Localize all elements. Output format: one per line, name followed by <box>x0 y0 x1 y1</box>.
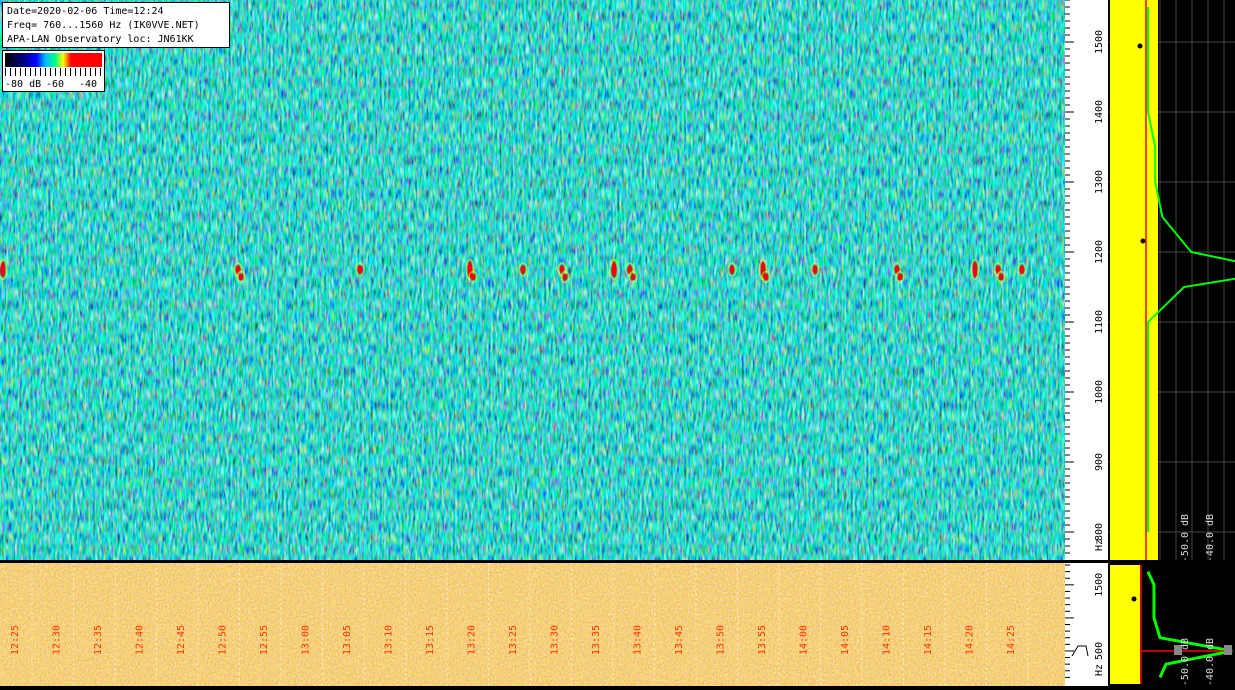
lower-scale-block <box>1224 645 1232 655</box>
info-frequency: Freq= 760...1560 Hz (IK0VVE.NET) <box>7 20 200 31</box>
lower-time-tick-label: 14:20 <box>965 625 976 655</box>
upper-noise-envelope <box>1110 0 1158 560</box>
lower-time-tick-label: 12:40 <box>135 625 146 655</box>
lower-time-tick-label: 12:50 <box>218 625 229 655</box>
signal-mark <box>972 261 978 278</box>
signal-mark <box>763 273 769 281</box>
upper-spectrogram-noise <box>0 0 1065 560</box>
lower-time-tick-label: 13:15 <box>425 625 436 655</box>
lower-time-tick-label: 13:00 <box>301 625 312 655</box>
color-scale-bar <box>5 53 102 67</box>
upper-db-tick-label: -50.0 dB <box>1180 514 1191 562</box>
signal-mark <box>562 273 568 281</box>
lower-time-tick-label: 14:15 <box>923 625 934 655</box>
spectrogram-chart: 800 900 1000 1100 1200 1300 1400 1500 Hz -50.0 d… <box>0 0 1235 686</box>
lower-time-tick-label: 12:35 <box>93 625 104 655</box>
lower-time-tick-label: 14:10 <box>882 625 893 655</box>
signal-mark <box>729 265 735 274</box>
upper-freq-tick-label: 1100 <box>1094 310 1105 334</box>
lower-spectrogram-noise <box>0 563 1065 686</box>
lower-time-tick-label: 12:45 <box>176 625 187 655</box>
upper-freq-tick-label: 900 <box>1094 453 1105 471</box>
lower-time-tick-label: 12:25 <box>10 625 21 655</box>
lower-noise-envelope <box>1110 565 1140 684</box>
signal-mark <box>611 261 617 278</box>
lower-freq-tick-label: 1500 <box>1094 573 1105 597</box>
color-scale-label-max: -40 <box>79 79 98 90</box>
lower-db-tick-label: -40.0 dB <box>1205 638 1216 686</box>
lower-time-tick-label: 13:20 <box>467 625 478 655</box>
upper-freq-axis <box>1065 0 1108 560</box>
info-box: Date=2020-02-06 Time=12:24 Freq= 760...1… <box>2 2 230 48</box>
lower-time-tick-label: 13:05 <box>342 625 353 655</box>
lower-db-tick-label: -50.0 dB <box>1180 638 1191 686</box>
signal-mark <box>897 273 903 281</box>
signal-mark <box>630 273 636 281</box>
lower-time-tick-label: 13:10 <box>384 625 395 655</box>
color-scale-label-mid: -60 <box>46 79 65 90</box>
upper-freq-tick-label: 1200 <box>1094 240 1105 264</box>
lower-time-tick-label: 13:35 <box>591 625 602 655</box>
lower-marker-dot <box>1131 596 1137 602</box>
lower-time-tick-label: 13:45 <box>674 625 685 655</box>
upper-freq-tick-label: 1400 <box>1094 100 1105 124</box>
lower-time-tick-label: 13:50 <box>716 625 727 655</box>
spectrogram-screen: 800 900 1000 1100 1200 1300 1400 1500 Hz -50.0 d… <box>0 0 1235 686</box>
lower-time-tick-label: 13:55 <box>757 625 768 655</box>
lower-time-tick-label: 13:30 <box>550 625 561 655</box>
lower-time-tick-label: 12:55 <box>259 625 270 655</box>
upper-marker-dot <box>1137 43 1143 49</box>
signal-mark <box>812 265 818 274</box>
signal-mark <box>357 265 363 274</box>
panel-divider <box>0 560 1235 563</box>
lower-freq-unit: Hz <box>1094 664 1105 676</box>
lower-time-tick-label: 13:40 <box>633 625 644 655</box>
signal-mark <box>998 273 1004 281</box>
upper-freq-unit: Hz <box>1094 539 1105 551</box>
upper-freq-tick-label: 800 <box>1094 523 1105 541</box>
upper-freq-tick-label: 1000 <box>1094 380 1105 404</box>
info-observatory: APA-LAN Observatory loc: JN61KK <box>7 34 194 45</box>
upper-db-tick-label: -40.0 dB <box>1205 514 1216 562</box>
lower-time-tick-label: 14:25 <box>1006 625 1017 655</box>
color-scale-legend: -80 dB -60 -40 <box>2 50 105 92</box>
signal-mark <box>470 273 476 281</box>
signal-mark <box>0 261 6 278</box>
signal-mark <box>238 273 244 281</box>
upper-freq-tick-label: 1500 <box>1094 30 1105 54</box>
lower-time-tick-label: 14:05 <box>840 625 851 655</box>
upper-marker-dot <box>1140 238 1146 244</box>
upper-freq-tick-label: 1300 <box>1094 170 1105 194</box>
color-scale-label-min: -80 dB <box>5 79 42 90</box>
signal-mark <box>1019 265 1025 274</box>
lower-freq-tick-label: 500 <box>1094 642 1105 660</box>
lower-time-tick-label: 13:25 <box>508 625 519 655</box>
lower-time-tick-label: 12:30 <box>52 625 63 655</box>
info-date-time: Date=2020-02-06 Time=12:24 <box>7 6 164 17</box>
lower-time-tick-label: 14:00 <box>799 625 810 655</box>
signal-mark <box>520 265 526 274</box>
color-scale-ticks <box>5 68 102 76</box>
